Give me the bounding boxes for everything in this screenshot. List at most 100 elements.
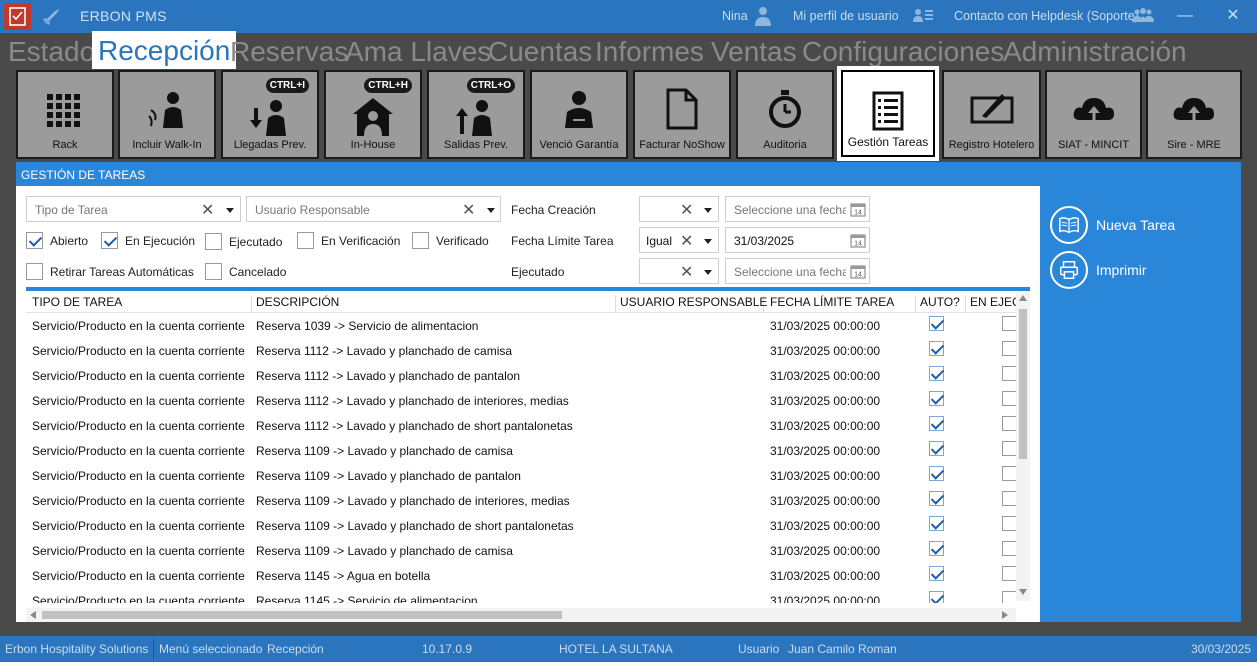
menu-informes[interactable]: Informes (595, 36, 704, 68)
scroll-right-icon[interactable] (1002, 611, 1008, 619)
table-row[interactable]: Servicio/Producto en la cuenta corriente… (26, 438, 1016, 463)
status-en-verificacion-checkbox[interactable]: En Verificación (297, 232, 400, 249)
checkbox-box[interactable] (412, 232, 429, 249)
in-execution-checkbox[interactable] (1002, 391, 1016, 406)
in-execution-checkbox[interactable] (1002, 466, 1016, 481)
print-button[interactable]: Imprimir (1050, 251, 1147, 289)
table-row[interactable]: Servicio/Producto en la cuenta corriente… (26, 363, 1016, 388)
clear-icon[interactable]: ✕ (201, 200, 214, 220)
in-execution-checkbox[interactable] (1002, 366, 1016, 381)
in-execution-checkbox[interactable] (1002, 591, 1016, 603)
guarantee-button[interactable]: Venció Garantía (530, 70, 628, 159)
menu-ama-llaves[interactable]: Ama Llaves (345, 36, 491, 68)
column-header-fecha[interactable]: FECHA LÍMITE TAREA (764, 295, 916, 313)
close-button[interactable]: ✕ (1218, 4, 1248, 28)
status-cancelado-checkbox[interactable]: Cancelado (205, 263, 286, 280)
audit-button[interactable]: Auditoria (736, 70, 834, 159)
status-ejecutado-checkbox[interactable]: Ejecutado (205, 233, 282, 250)
scroll-left-icon[interactable] (30, 611, 36, 619)
checkbox-box[interactable] (297, 232, 314, 249)
in-execution-checkbox[interactable] (1002, 516, 1016, 531)
auto-checkbox[interactable] (929, 316, 944, 331)
walk-in-button[interactable]: Incluir Walk-In (118, 70, 216, 159)
in-execution-checkbox[interactable] (1002, 566, 1016, 581)
checkbox-box[interactable] (205, 263, 222, 280)
chevron-down-icon[interactable] (487, 208, 495, 213)
executed-operator-combo[interactable]: ✕ (639, 258, 719, 284)
table-row[interactable]: Servicio/Producto en la cuenta corriente… (26, 488, 1016, 513)
column-header-usuario[interactable]: USUARIO RESPONSABLE (614, 295, 767, 313)
in-execution-checkbox[interactable] (1002, 441, 1016, 456)
in-execution-checkbox[interactable] (1002, 416, 1016, 431)
auto-checkbox[interactable] (929, 441, 944, 456)
support-group-icon[interactable] (1132, 5, 1154, 27)
table-row[interactable]: Servicio/Producto en la cuenta corriente… (26, 563, 1016, 588)
new-task-button[interactable]: Nueva Tarea (1050, 206, 1175, 244)
column-header-descripcion[interactable]: DESCRIPCIÓN (250, 295, 616, 313)
column-header-en-ejecucion[interactable]: EN EJECU (964, 295, 1019, 313)
table-row[interactable]: Servicio/Producto en la cuenta corriente… (26, 538, 1016, 563)
auto-checkbox[interactable] (929, 466, 944, 481)
auto-checkbox[interactable] (929, 391, 944, 406)
my-profile-link[interactable]: Mi perfil de usuario (793, 9, 899, 23)
calendar-icon[interactable]: 14 (850, 201, 866, 217)
table-row[interactable]: Servicio/Producto en la cuenta corriente… (26, 313, 1016, 338)
table-row[interactable]: Servicio/Producto en la cuenta corriente… (26, 388, 1016, 413)
checkbox-box[interactable] (101, 232, 118, 249)
noshow-button[interactable]: Facturar NoShow (633, 70, 731, 159)
auto-checkbox[interactable] (929, 416, 944, 431)
chevron-down-icon[interactable] (704, 270, 712, 275)
helpdesk-link[interactable]: Contacto con Helpdesk (Soporte) (954, 9, 1139, 23)
calendar-icon[interactable]: 14 (850, 263, 866, 279)
in-house-button[interactable]: CTRL+H In-House (324, 70, 422, 159)
column-header-tipo[interactable]: TIPO DE TAREA (26, 295, 252, 313)
auto-checkbox[interactable] (929, 491, 944, 506)
checkbox-box[interactable] (26, 232, 43, 249)
created-date-picker[interactable]: Seleccione una fecha 14 (725, 196, 870, 222)
deadline-operator-combo[interactable]: Igual ✕ (639, 227, 719, 253)
menu-estado[interactable]: Estado (8, 36, 95, 68)
in-execution-checkbox[interactable] (1002, 491, 1016, 506)
scroll-up-icon[interactable] (1019, 295, 1027, 301)
auto-checkbox[interactable] (929, 566, 944, 581)
status-verificado-checkbox[interactable]: Verificado (412, 232, 489, 249)
scroll-thumb[interactable] (1019, 309, 1027, 459)
in-execution-checkbox[interactable] (1002, 316, 1016, 331)
vertical-scrollbar[interactable] (1016, 291, 1030, 601)
menu-configuraciones[interactable]: Configuraciones (802, 36, 1004, 68)
hotel-registry-button[interactable]: Registro Hotelero (942, 70, 1041, 159)
created-operator-combo[interactable]: ✕ (639, 196, 719, 222)
minimize-button[interactable]: — (1170, 4, 1200, 28)
status-abierto-checkbox[interactable]: Abierto (26, 232, 88, 249)
column-header-auto[interactable]: AUTO? (914, 295, 966, 313)
checkbox-box[interactable] (205, 233, 222, 250)
profile-card-icon[interactable] (912, 5, 934, 27)
auto-checkbox[interactable] (929, 591, 944, 603)
table-row[interactable]: Servicio/Producto en la cuenta corriente… (26, 413, 1016, 438)
chevron-down-icon[interactable] (226, 208, 234, 213)
rocket-icon[interactable] (40, 6, 62, 28)
user-icon[interactable] (752, 5, 774, 27)
tasks-button[interactable]: Gestión Tareas (837, 66, 939, 161)
menu-recepcion[interactable]: Recepción (92, 31, 237, 69)
user-name[interactable]: Nina (722, 9, 748, 23)
task-type-combo[interactable]: Tipo de Tarea ✕ (26, 196, 241, 222)
calendar-icon[interactable]: 14 (850, 232, 866, 248)
table-row[interactable]: Servicio/Producto en la cuenta corriente… (26, 463, 1016, 488)
arrivals-button[interactable]: CTRL+I Llegadas Prev. (221, 70, 319, 159)
rack-button[interactable]: Rack (16, 70, 114, 159)
menu-ventas[interactable]: Ventas (711, 36, 797, 68)
menu-cuentas[interactable]: Cuentas (488, 36, 592, 68)
menu-reservas[interactable]: Reservas (230, 36, 348, 68)
clear-icon[interactable]: ✕ (680, 200, 693, 220)
in-execution-checkbox[interactable] (1002, 541, 1016, 556)
auto-checkbox[interactable] (929, 541, 944, 556)
clear-icon[interactable]: ✕ (680, 231, 693, 251)
in-execution-checkbox[interactable] (1002, 341, 1016, 356)
clear-icon[interactable]: ✕ (462, 200, 475, 220)
remove-auto-tasks-checkbox[interactable]: Retirar Tareas Automáticas (26, 263, 194, 280)
table-row[interactable]: Servicio/Producto en la cuenta corriente… (26, 513, 1016, 538)
chevron-down-icon[interactable] (704, 208, 712, 213)
siat-button[interactable]: SIAT - MINCIT (1045, 70, 1142, 159)
auto-checkbox[interactable] (929, 516, 944, 531)
